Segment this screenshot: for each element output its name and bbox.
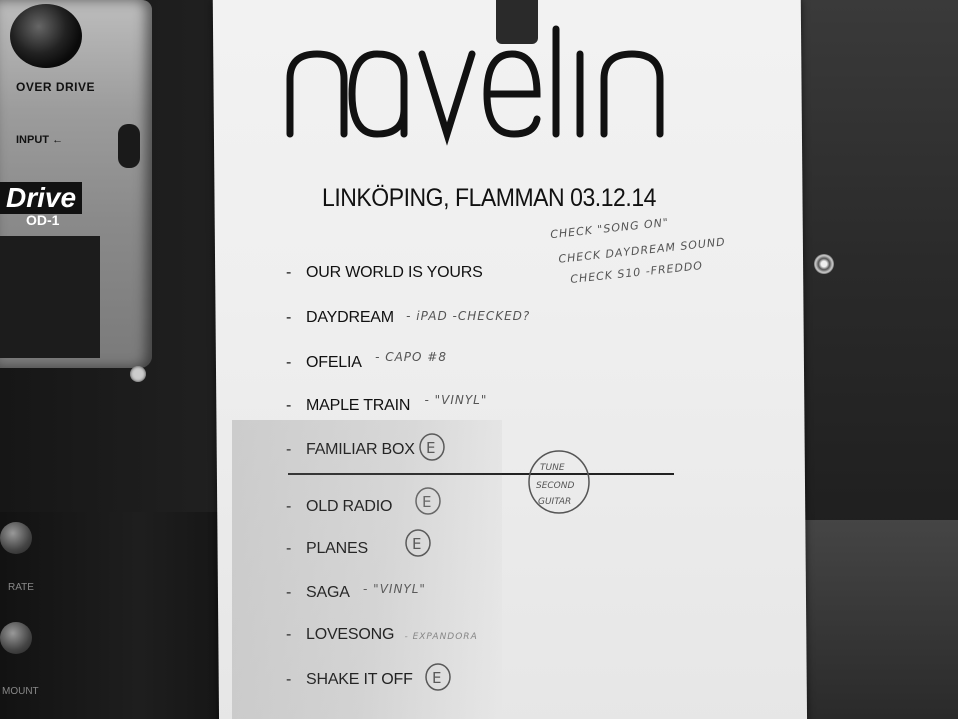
song-title: DAYDREAM xyxy=(306,309,394,326)
svg-text:SECOND: SECOND xyxy=(536,481,575,491)
song-item: - LOVESONG - EXPANDORA xyxy=(286,626,478,643)
tune-note-circle: TUNE SECOND GUITAR xyxy=(528,450,590,514)
song-item: - OFELIA - CAPO #8 xyxy=(286,350,447,371)
song-title: OFELIA xyxy=(306,354,361,371)
song-title: OUR WORLD IS YOURS xyxy=(306,264,483,281)
pedal-input-label: INPUT ← xyxy=(16,134,64,146)
svg-text:E: E xyxy=(412,535,421,553)
svg-text:TUNE: TUNE xyxy=(540,463,565,473)
band-name: navelin xyxy=(282,24,286,25)
circled-e-mark: E xyxy=(425,663,451,691)
pedal-brand: Drive xyxy=(0,182,83,214)
circled-e-mark: E xyxy=(415,487,441,515)
pedal-jack xyxy=(118,124,140,168)
song-title: PLANES xyxy=(306,540,368,557)
song-title: LOVESONG xyxy=(306,626,395,643)
circled-e-mark: E xyxy=(405,529,431,557)
song-item: - OLD RADIO xyxy=(286,498,393,515)
svg-text:E: E xyxy=(426,439,435,457)
song-note: - iPAD -CHECKED? xyxy=(406,309,531,323)
band-logo: navelin xyxy=(282,24,664,146)
pedal-knob xyxy=(10,4,82,68)
song-item: - FAMILIAR BOX xyxy=(286,441,415,458)
song-item: - SAGA - "VINYL" xyxy=(286,582,426,601)
song-title: SAGA xyxy=(306,584,349,601)
amount-dial xyxy=(0,622,32,654)
rate-label: RATE xyxy=(8,582,34,593)
song-note: - "VINYL" xyxy=(363,582,426,596)
svg-text:E: E xyxy=(422,493,431,511)
rate-dial xyxy=(0,522,32,554)
screw-icon xyxy=(814,254,834,274)
photo-scene: OVER DRIVE INPUT ← Drive OD-1 RATE MOUNT xyxy=(0,0,958,719)
pedal-model-label: OVER DRIVE xyxy=(16,80,96,94)
song-title: SHAKE IT OFF xyxy=(306,671,413,688)
amount-label: MOUNT xyxy=(2,686,39,697)
song-item: - OUR WORLD IS YOURS xyxy=(286,264,483,281)
song-title: MAPLE TRAIN xyxy=(306,397,411,414)
screw-icon xyxy=(130,366,146,382)
set-divider xyxy=(288,473,674,475)
song-item: - DAYDREAM - iPAD -CHECKED? xyxy=(286,309,531,326)
song-title: FAMILIAR BOX xyxy=(306,441,415,458)
song-note: - "VINYL" xyxy=(424,393,488,407)
song-item: - SHAKE IT OFF xyxy=(286,671,413,688)
pedal-model-code: OD-1 xyxy=(26,212,60,228)
song-title: OLD RADIO xyxy=(306,498,393,515)
overdrive-pedal: OVER DRIVE INPUT ← Drive OD-1 xyxy=(0,0,152,368)
song-note: - CAPO #8 xyxy=(375,350,447,364)
venue-date: LINKÖPING, FLAMMAN 03.12.14 xyxy=(322,184,656,212)
circled-e-mark: E xyxy=(419,433,445,461)
song-item: - PLANES xyxy=(286,540,368,557)
effects-unit: RATE MOUNT xyxy=(0,512,232,719)
song-item: - MAPLE TRAIN - "VINYL" xyxy=(286,393,488,414)
svg-text:E: E xyxy=(432,669,441,687)
svg-text:GUITAR: GUITAR xyxy=(538,497,571,507)
song-note: - EXPANDORA xyxy=(404,632,478,642)
pedal-footswitch xyxy=(0,236,100,358)
arrow-left-icon: ← xyxy=(52,134,64,146)
